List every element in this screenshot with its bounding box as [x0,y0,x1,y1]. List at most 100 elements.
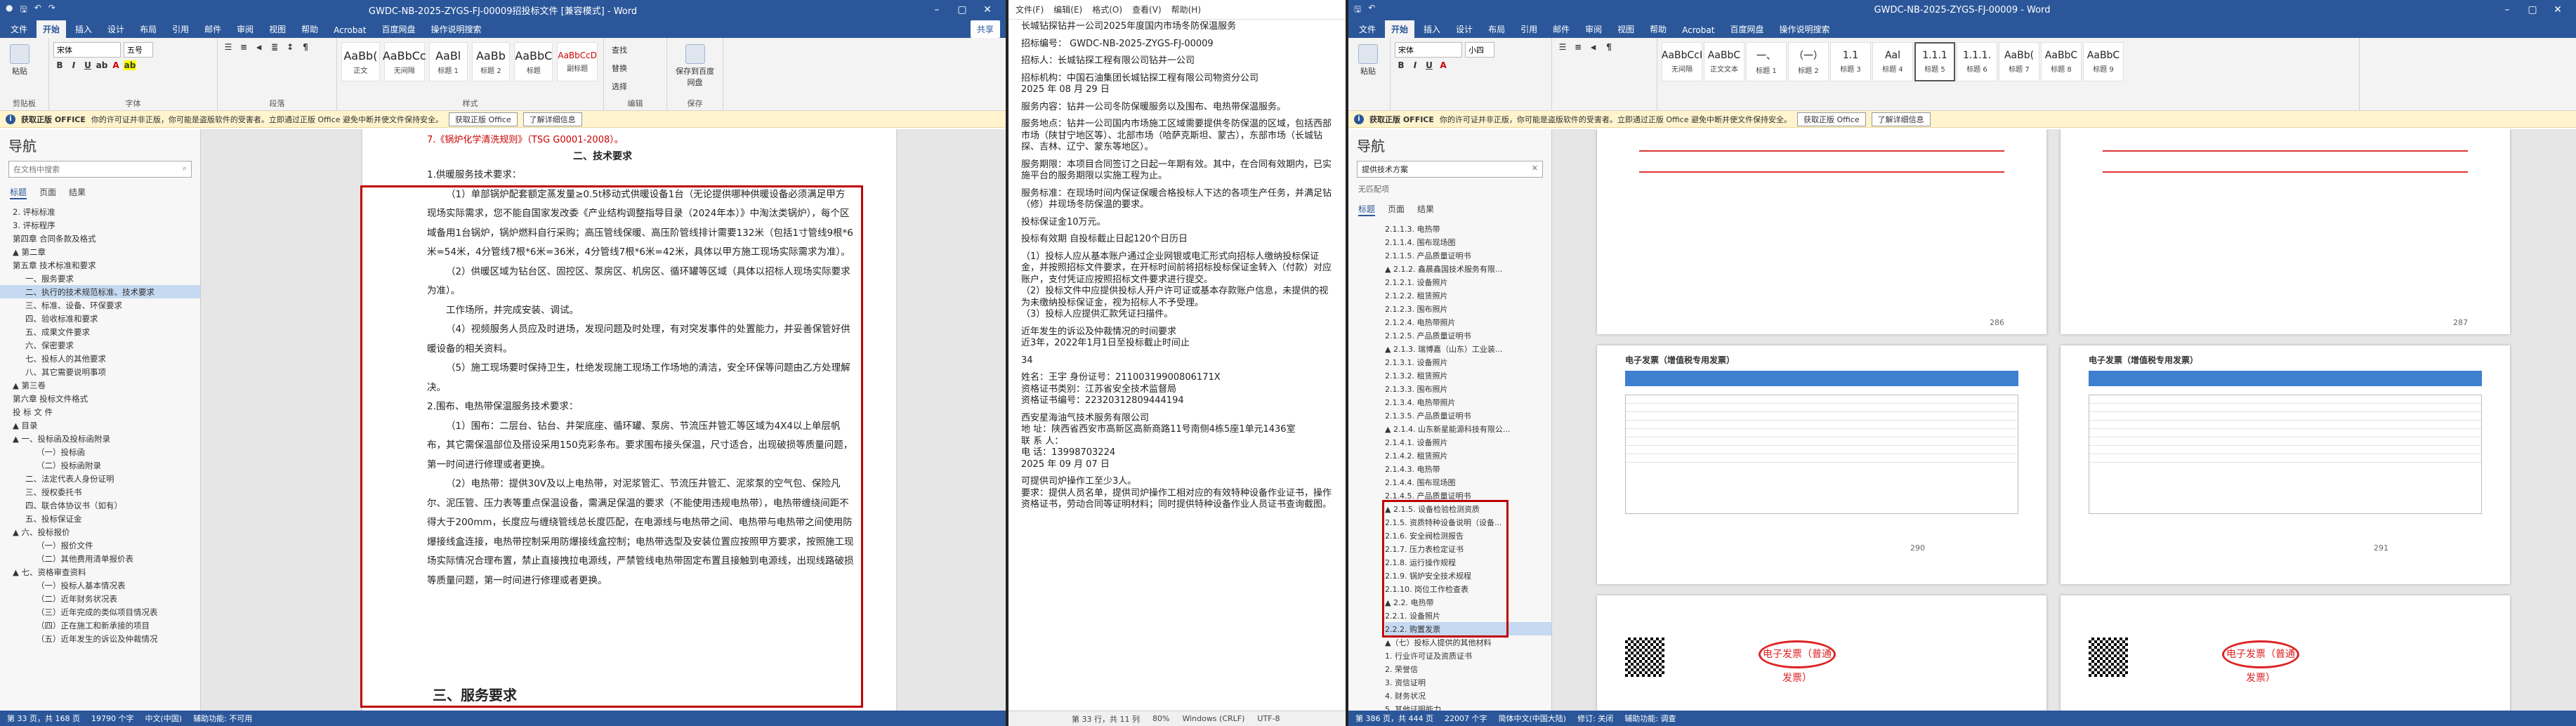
invoice-page[interactable]: 电子发票（增值税专用发票） [1597,345,2046,584]
tab-file[interactable]: 文件 [1353,20,1382,38]
tab-review[interactable]: 审阅 [1579,20,1608,38]
invoice-page[interactable]: 电子发票（普通发票） [2061,595,2510,711]
style-gallery-item[interactable]: 1.1.1. 标题 6 [1957,42,1997,81]
style-no-spacing[interactable]: AaBbCc 无间隔 [383,42,426,81]
nav-heading-item[interactable]: 2.1.4.3. 电热带 [1385,462,1551,475]
get-office-button[interactable]: 获取正版 Office [449,112,518,126]
nav-heading-item[interactable]: 2.1.3.5. 产品质量证明书 [1385,409,1551,422]
tab-layout[interactable]: 布局 [1482,20,1511,38]
nav-heading-item[interactable]: 投 标 文 件 [0,405,200,418]
nav-heading-item[interactable]: 5. 其他证明能力 [1385,702,1551,711]
tab-design[interactable]: 设计 [101,20,131,38]
nav-heading-item[interactable]: 四、联合体协议书（如有） [0,499,200,512]
learn-more-button[interactable]: 了解详细信息 [1871,112,1931,126]
tell-me-search[interactable]: 操作说明搜索 [424,20,487,38]
tab-references[interactable]: 引用 [1514,20,1544,38]
nav-search-input[interactable]: 提供技术方案 ✕ [1357,161,1543,178]
menu-format[interactable]: 格式(O) [1092,4,1122,15]
numbering-icon[interactable]: ≡ [237,42,250,53]
style-gallery-item[interactable]: 一、 标题 1 [1746,42,1787,81]
tab-help[interactable]: 帮助 [1643,20,1673,38]
tab-home[interactable]: 开始 [37,20,67,38]
tab-mailings[interactable]: 邮件 [198,20,228,38]
nav-heading-item[interactable]: 八、其它需要说明事项 [0,365,200,378]
search-icon[interactable]: ⌕ [183,164,187,175]
nav-heading-item[interactable]: ▲ 第二章 [0,245,200,258]
invoice-page[interactable]: 电子发票（普通发票） [1597,595,2046,711]
nav-heading-item[interactable]: ▲ 2.1.4. 山东新星能源科技有限公... [1385,422,1551,435]
invoice-page[interactable]: 287 [2061,129,2510,334]
font-color-button[interactable]: A [110,60,122,70]
nav-heading-item[interactable]: 五、投标保证金 [0,512,200,525]
nav-heading-item[interactable]: （四）正在施工和新承接的项目 [0,619,200,632]
style-gallery-item[interactable]: （一） 标题 2 [1788,42,1829,81]
font-name-select[interactable]: 宋体 [53,42,121,58]
nav-heading-item[interactable]: 2. 荣誉信 [1385,662,1551,675]
replace-button[interactable]: 替换 [608,60,631,76]
tab-references[interactable]: 引用 [166,20,195,38]
minimize-icon[interactable]: – [2495,4,2520,15]
nav-heading-item[interactable]: 2.1.2.3. 围布照片 [1385,302,1551,315]
style-gallery-item[interactable]: AaBbC 正文文本 [1704,42,1744,81]
nav-heading-item[interactable]: 2.1.3.2. 租赁照片 [1385,369,1551,382]
nav-heading-item[interactable]: 四、验收标准和要求 [0,312,200,325]
font-size-select[interactable]: 五号 [124,42,153,58]
sort-icon[interactable]: ↕ [284,42,296,53]
style-gallery-item[interactable]: 1.1 标题 3 [1830,42,1871,81]
save-to-baidu-button[interactable]: 保存到百度网盘 [671,42,718,90]
nav-heading-item[interactable]: 2.1.2.1. 设备照片 [1385,275,1551,289]
nav-tab-results[interactable]: 结果 [69,186,86,199]
nav-heading-item[interactable]: （一）投标人基本情况表 [0,579,200,592]
nav-heading-item[interactable]: 2.1.4.2. 租赁照片 [1385,449,1551,462]
italic-button[interactable]: I [67,60,80,70]
nav-heading-item[interactable]: 2.1.1.3. 电热带 [1385,222,1551,235]
find-button[interactable]: 查找 [608,42,631,58]
paste-button[interactable]: 粘贴 [1353,42,1384,79]
nav-heading-item[interactable]: 2. 评标标准 [0,205,200,218]
style-gallery-item[interactable]: AaBb(标题 7 [1999,42,2039,81]
nav-tab-headings[interactable]: 标题 [1358,203,1376,216]
nav-heading-item[interactable]: （二）其他费用清单报价表 [0,552,200,565]
nav-heading-item[interactable]: （一）投标函 [0,445,200,458]
style-title[interactable]: AaBbC 标题 [514,42,553,81]
nav-heading-item[interactable]: （五）近年发生的诉讼及仲裁情况 [0,632,200,645]
tell-me-search[interactable]: 操作说明搜索 [1773,20,1836,38]
tab-insert[interactable]: 插入 [69,20,98,38]
nav-heading-item[interactable]: ▲ 第三卷 [0,378,200,392]
nav-tab-results[interactable]: 结果 [1417,203,1434,216]
style-normal[interactable]: AaBb(正文 [341,42,380,81]
numbering-icon[interactable]: ≡ [1572,42,1584,53]
nav-heading-item[interactable]: （三）近年完成的类似项目情况表 [0,605,200,619]
nav-heading-item[interactable]: 2.1.2.5. 产品质量证明书 [1385,329,1551,342]
tab-acrobat[interactable]: Acrobat [327,22,372,38]
nav-heading-item[interactable]: 三、标准、设备、环保要求 [0,298,200,312]
maximize-icon[interactable]: ▢ [2520,4,2545,15]
nav-heading-item[interactable]: 2.1.2.4. 电热带照片 [1385,315,1551,329]
nav-heading-item[interactable]: 2.1.1.4. 围布现场图 [1385,235,1551,249]
nav-heading-item[interactable]: 2.1.3.3. 围布照片 [1385,382,1551,395]
notepad-text[interactable]: 长城钻探钻井一公司2025年度国内市场冬防保温服务 招标编号： GWDC-NB-2… [1021,21,1336,511]
nav-heading-item[interactable]: 三、授权委托书 [0,485,200,499]
nav-heading-item[interactable]: 第四章 合同条款及格式 [0,232,200,245]
menu-edit[interactable]: 编辑(E) [1053,4,1082,15]
tab-design[interactable]: 设计 [1450,20,1479,38]
tab-baidu[interactable]: 百度网盘 [1723,20,1770,38]
nav-tab-pages[interactable]: 页面 [39,186,56,199]
nav-heading-item[interactable]: （二）近年财务状况表 [0,592,200,605]
highlight-button[interactable]: ab [124,60,136,70]
tab-layout[interactable]: 布局 [133,20,163,38]
invoice-page[interactable]: 286 [1597,129,2046,334]
nav-heading-item[interactable]: ▲ 2.1.3. 瑞博嘉（山东）工业装... [1385,342,1551,355]
underline-button[interactable]: U [1423,60,1435,70]
nav-heading-item[interactable]: ▲ 七、资格审查资料 [0,565,200,579]
style-subtitle[interactable]: AaBbCcD 副标题 [557,42,598,81]
paste-button[interactable]: 粘贴 [4,42,35,79]
nav-heading-item[interactable]: 二、执行的技术规范标准、技术要求 [0,285,200,298]
close-icon[interactable]: ✕ [975,4,1000,15]
clear-search-icon[interactable]: ✕ [1532,164,1538,175]
learn-more-button[interactable]: 了解详细信息 [523,112,582,126]
share-button[interactable]: 共享 [970,20,1000,38]
show-marks-icon[interactable]: ¶ [1603,42,1615,53]
tab-mailings[interactable]: 邮件 [1546,20,1576,38]
menu-file[interactable]: 文件(F) [1016,4,1044,15]
